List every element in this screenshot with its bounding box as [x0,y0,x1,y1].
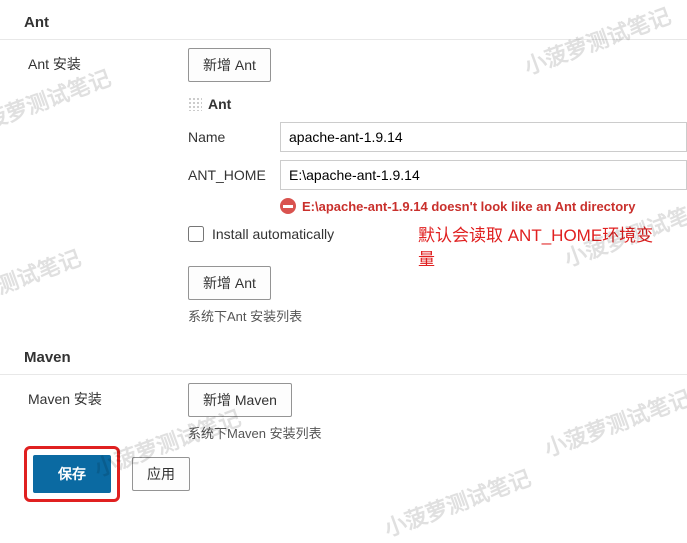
add-ant-button-bottom[interactable]: 新增 Ant [188,266,271,300]
maven-install-label: Maven 安装 [0,383,180,409]
save-button[interactable]: 保存 [33,455,111,493]
ant-home-label: ANT_HOME [188,167,280,183]
install-auto-label: Install automatically [212,226,334,242]
ant-list-help: 系统下Ant 安装列表 [188,300,687,327]
ant-home-error-text: E:\apache-ant-1.9.14 doesn't look like a… [302,199,635,214]
maven-section-header: Maven [0,341,687,375]
ant-block-title-row: Ant [188,90,687,118]
ant-home-error: E:\apache-ant-1.9.14 doesn't look like a… [188,194,687,218]
maven-list-help: 系统下Maven 安装列表 [188,417,687,444]
annotation-text: 默认会读取 ANT_HOME环境变量 [418,224,658,272]
ant-home-input[interactable] [280,160,687,190]
add-ant-button[interactable]: 新增 Ant [188,48,271,82]
install-auto-checkbox[interactable] [188,226,204,242]
apply-button[interactable]: 应用 [132,457,190,491]
ant-name-input[interactable] [280,122,687,152]
watermark: 小菠萝测试笔记 [379,461,535,543]
drag-handle-icon[interactable] [188,97,202,111]
ant-install-label: Ant 安装 [0,48,180,74]
ant-block-title: Ant [208,96,231,112]
add-maven-button[interactable]: 新增 Maven [188,383,292,417]
error-icon [280,198,296,214]
save-highlight-box: 保存 [24,446,120,502]
ant-name-label: Name [188,129,280,145]
ant-section-header: Ant [0,6,687,40]
footer: 保存 应用 [24,446,190,502]
